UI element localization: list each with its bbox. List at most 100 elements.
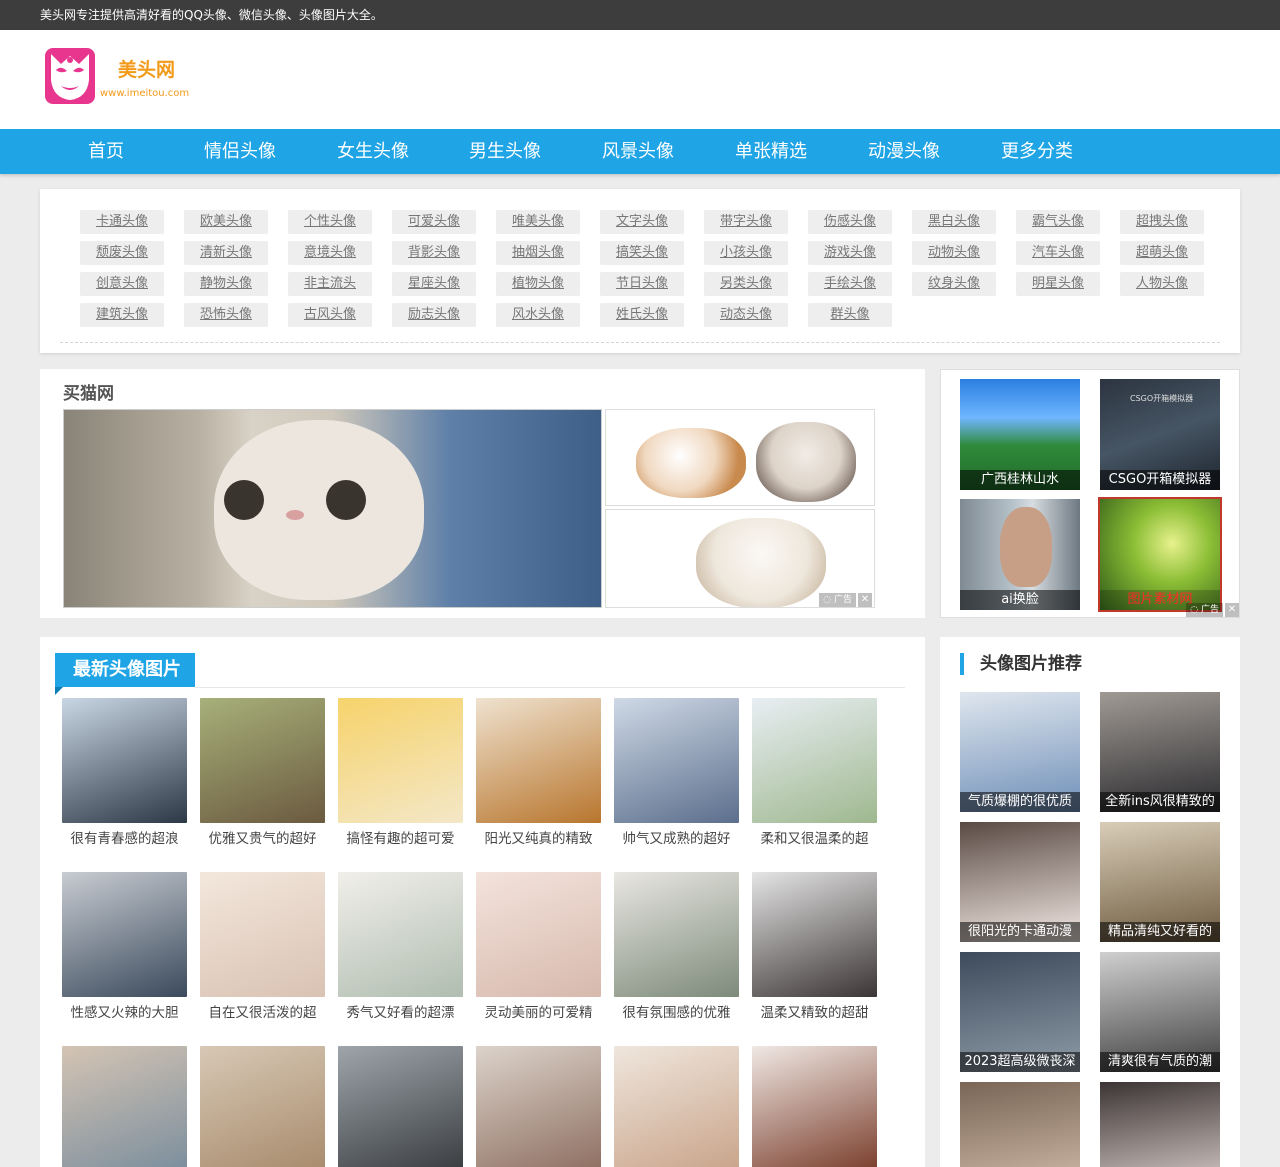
category-tag[interactable]: 黑白头像 [912,210,996,234]
avatar-card[interactable]: 温柔又精致的超甜 [752,872,877,1022]
avatar-thumbnail[interactable] [338,872,463,997]
ad-close-icon[interactable]: ✕ [858,593,872,607]
nav-item[interactable]: 女生头像 [337,129,409,174]
ad-cat-main-image[interactable] [63,409,602,608]
avatar-thumbnail[interactable] [752,872,877,997]
category-tag[interactable]: 背影头像 [392,241,476,265]
avatar-title[interactable]: 温柔又精致的超甜 [752,1004,877,1022]
avatar-thumbnail[interactable] [752,698,877,823]
category-tag[interactable]: 卡通头像 [80,210,164,234]
nav-item[interactable]: 首页 [88,129,124,174]
nav-item[interactable]: 更多分类 [1001,129,1073,174]
ad-cat-image-bottom[interactable]: ◌ 广告 ✕ [605,509,875,608]
category-tag[interactable]: 个性头像 [288,210,372,234]
avatar-thumbnail[interactable] [476,1046,601,1167]
avatar-title[interactable]: 很有氛围感的优雅 [614,1004,739,1022]
recommended-thumbnail[interactable]: 清爽很有气质的潮 [1100,952,1220,1072]
nav-item[interactable]: 动漫头像 [868,129,940,174]
avatar-title[interactable]: 秀气又好看的超漂 [338,1004,463,1022]
avatar-title[interactable]: 柔和又很温柔的超 [752,830,877,848]
category-tag[interactable]: 创意头像 [80,272,164,296]
nav-item[interactable]: 情侣头像 [204,129,276,174]
category-tag[interactable]: 霸气头像 [1016,210,1100,234]
category-tag[interactable]: 抽烟头像 [496,241,580,265]
category-tag[interactable]: 励志头像 [392,303,476,327]
recommended-thumbnail[interactable] [1100,1082,1220,1167]
avatar-thumbnail[interactable] [62,698,187,823]
avatar-title[interactable]: 阳光又纯真的精致 [476,830,601,848]
avatar-card[interactable]: 帅气又成熟的超好 [614,698,739,848]
category-tag[interactable]: 带字头像 [704,210,788,234]
category-tag[interactable]: 清新头像 [184,241,268,265]
avatar-thumbnail[interactable] [200,1046,325,1167]
avatar-card[interactable]: 很有青春感的超浪 [62,698,187,848]
avatar-thumbnail[interactable] [614,1046,739,1167]
avatar-card[interactable]: 搞怪有趣的超可爱 [338,698,463,848]
category-tag[interactable]: 人物头像 [1120,272,1204,296]
category-tag[interactable]: 欧美头像 [184,210,268,234]
recommended-thumbnail[interactable]: 精品清纯又好看的 [1100,822,1220,942]
avatar-card[interactable] [614,1046,739,1167]
avatar-card[interactable] [338,1046,463,1167]
recommended-thumbnail[interactable]: 全新ins风很精致的 [1100,692,1220,812]
site-logo[interactable]: 美头网 www.imeitou.com [43,46,213,108]
ad-thumb[interactable]: ai换脸 [960,499,1080,610]
avatar-card[interactable] [476,1046,601,1167]
category-tag[interactable]: 群头像 [808,303,892,327]
category-tag[interactable]: 颓废头像 [80,241,164,265]
avatar-card[interactable]: 优雅又贵气的超好 [200,698,325,848]
avatar-thumbnail[interactable] [752,1046,877,1167]
avatar-card[interactable] [752,1046,877,1167]
ad-thumb[interactable]: 图片素材网 [1098,497,1222,612]
category-tag[interactable]: 星座头像 [392,272,476,296]
category-tag[interactable]: 另类头像 [704,272,788,296]
avatar-card[interactable]: 阳光又纯真的精致 [476,698,601,848]
recommended-thumbnail[interactable]: 很阳光的卡通动漫 [960,822,1080,942]
category-tag[interactable]: 非主流头 [288,272,372,296]
avatar-title[interactable]: 灵动美丽的可爱精 [476,1004,601,1022]
avatar-card[interactable]: 自在又很活泼的超 [200,872,325,1022]
avatar-card[interactable]: 灵动美丽的可爱精 [476,872,601,1022]
ad-thumb[interactable]: CSGO开箱模拟器 CSGO开箱模拟器 [1100,379,1220,490]
category-tag[interactable]: 建筑头像 [80,303,164,327]
avatar-card[interactable]: 柔和又很温柔的超 [752,698,877,848]
avatar-thumbnail[interactable] [338,698,463,823]
avatar-card[interactable] [200,1046,325,1167]
category-tag[interactable]: 超萌头像 [1120,241,1204,265]
category-tag[interactable]: 小孩头像 [704,241,788,265]
avatar-card[interactable] [62,1046,187,1167]
category-tag[interactable]: 可爱头像 [392,210,476,234]
avatar-thumbnail[interactable] [476,698,601,823]
category-tag[interactable]: 游戏头像 [808,241,892,265]
category-tag[interactable]: 动态头像 [704,303,788,327]
nav-item[interactable]: 单张精选 [735,129,807,174]
category-tag[interactable]: 纹身头像 [912,272,996,296]
avatar-title[interactable]: 帅气又成熟的超好 [614,830,739,848]
category-tag[interactable]: 动物头像 [912,241,996,265]
ad-cat-image-top[interactable] [605,409,875,506]
avatar-title[interactable]: 自在又很活泼的超 [200,1004,325,1022]
avatar-thumbnail[interactable] [200,698,325,823]
category-tag[interactable]: 手绘头像 [808,272,892,296]
category-tag[interactable]: 汽车头像 [1016,241,1100,265]
avatar-thumbnail[interactable] [476,872,601,997]
avatar-title[interactable]: 优雅又贵气的超好 [200,830,325,848]
category-tag[interactable]: 植物头像 [496,272,580,296]
avatar-thumbnail[interactable] [200,872,325,997]
ad-thumb[interactable]: 广西桂林山水 [960,379,1080,490]
category-tag[interactable]: 节日头像 [600,272,684,296]
nav-item[interactable]: 男生头像 [469,129,541,174]
recommended-thumbnail[interactable]: 气质爆棚的很优质 [960,692,1080,812]
category-tag[interactable]: 唯美头像 [496,210,580,234]
category-tag[interactable]: 风水头像 [496,303,580,327]
category-tag[interactable]: 文字头像 [600,210,684,234]
category-tag[interactable]: 意境头像 [288,241,372,265]
category-tag[interactable]: 明星头像 [1016,272,1100,296]
category-tag[interactable]: 伤感头像 [808,210,892,234]
avatar-card[interactable]: 很有氛围感的优雅 [614,872,739,1022]
avatar-thumbnail[interactable] [62,1046,187,1167]
category-tag[interactable]: 姓氏头像 [600,303,684,327]
avatar-card[interactable]: 秀气又好看的超漂 [338,872,463,1022]
recommended-thumbnail[interactable] [960,1082,1080,1167]
nav-item[interactable]: 风景头像 [602,129,674,174]
